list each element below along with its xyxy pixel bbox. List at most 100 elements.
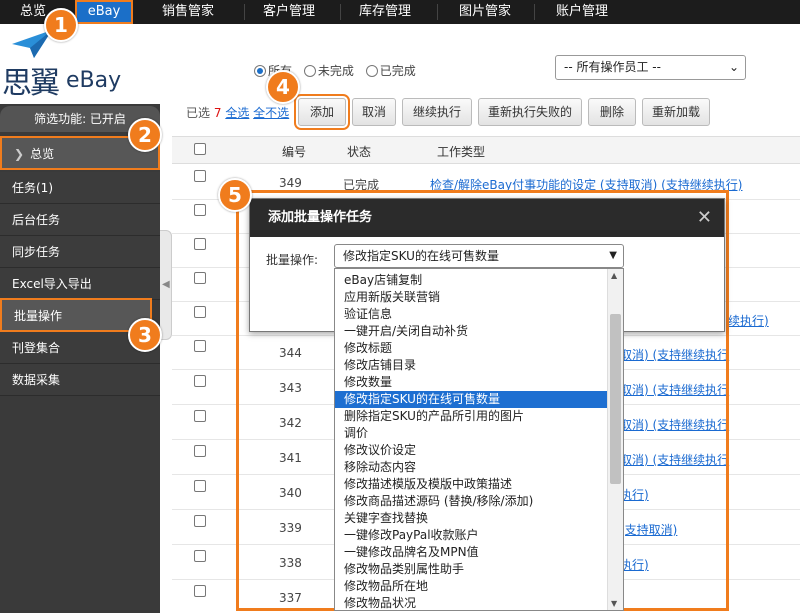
dropdown-option[interactable]: 修改描述模版及模版中政策描述 <box>335 476 607 493</box>
scrollbar-thumb[interactable] <box>610 314 621 484</box>
reload-button[interactable]: 重新加载 <box>642 98 710 126</box>
dropdown-option[interactable]: 移除动态内容 <box>335 459 607 476</box>
dropdown-option[interactable]: 验证信息 <box>335 306 607 323</box>
nav-divider <box>437 4 438 20</box>
step-badge-3: 3 <box>128 318 162 352</box>
step-badge-1: 1 <box>44 8 78 42</box>
scroll-down-icon[interactable]: ▼ <box>611 599 617 608</box>
nav-sales[interactable]: 销售管家 <box>148 0 228 24</box>
batch-operation-select[interactable]: 修改指定SKU的在线可售数量 ▼ <box>334 244 624 268</box>
sidebar-item-label: 总览 <box>30 147 55 161</box>
dropdown-option[interactable]: 删除指定SKU的产品所引用的图片 <box>335 408 607 425</box>
chevron-down-icon: ▼ <box>609 250 617 261</box>
dropdown-option[interactable]: 修改指定SKU的在线可售数量 <box>335 391 607 408</box>
row-checkbox[interactable] <box>194 340 206 355</box>
row-checkbox[interactable] <box>194 272 206 287</box>
dropdown-option[interactable]: 修改议价设定 <box>335 442 607 459</box>
dropdown-scrollbar[interactable]: ▲ ▼ <box>607 269 623 610</box>
row-checkbox[interactable] <box>194 480 206 495</box>
nav-inventory[interactable]: 库存管理 <box>348 0 422 24</box>
dropdown-option[interactable]: 应用新版关联营销 <box>335 289 607 306</box>
batch-operation-dropdown[interactable]: eBay店铺复制 应用新版关联营销 验证信息 一键开启/关闭自动补货 修改标题 修改店铺目… <box>334 268 624 611</box>
dropdown-option[interactable]: 关键字查找替换 <box>335 510 607 527</box>
operator-select[interactable]: -- 所有操作员工 -- ⌄ <box>555 55 746 80</box>
row-checkbox[interactable] <box>194 306 206 321</box>
nav-divider <box>244 4 245 20</box>
dropdown-option[interactable]: 修改商品描述源码 (替换/移除/添加) <box>335 493 607 510</box>
scroll-up-icon[interactable]: ▲ <box>611 271 617 280</box>
sidebar-item-data-collection[interactable]: 数据采集 <box>0 364 160 396</box>
radio-complete[interactable]: 已完成 <box>365 62 416 79</box>
radio-button[interactable] <box>254 65 266 77</box>
nav-account[interactable]: 账户管理 <box>542 0 622 24</box>
dropdown-option[interactable]: 修改标题 <box>335 340 607 357</box>
dropdown-option[interactable]: 一键开启/关闭自动补货 <box>335 323 607 340</box>
add-button[interactable]: 添加 <box>294 94 350 130</box>
dropdown-option[interactable]: 修改物品所在地 <box>335 578 607 595</box>
row-checkbox[interactable] <box>194 550 206 565</box>
toolbar: 已选 7 全选 全不选 添加 取消 继续执行 重新执行失败的 删除 重新加载 <box>172 94 800 130</box>
selected-label: 已选 <box>186 106 211 120</box>
dropdown-option[interactable]: 修改数量 <box>335 374 607 391</box>
row-checkbox[interactable] <box>194 515 206 530</box>
row-checkbox[interactable] <box>194 204 206 219</box>
sidebar-item-label: 同步任务 <box>12 245 61 259</box>
continue-button[interactable]: 继续执行 <box>402 98 472 126</box>
row-checkbox[interactable] <box>194 170 206 185</box>
nav-divider <box>534 4 535 20</box>
select-none-link[interactable]: 全不选 <box>253 106 289 120</box>
table-header: 编号 状态 工作类型 <box>172 136 800 164</box>
close-icon[interactable]: ✕ <box>697 199 712 237</box>
nav-divider <box>340 4 341 20</box>
delete-button[interactable]: 删除 <box>588 98 636 126</box>
batch-operation-value: 修改指定SKU的在线可售数量 <box>343 249 499 263</box>
nav-ebay[interactable]: eBay <box>75 0 133 24</box>
dropdown-option[interactable]: 修改物品状况 <box>335 595 607 610</box>
radio-label: 已完成 <box>379 64 416 78</box>
chevron-right-icon: ❯ <box>14 147 25 161</box>
sidebar-item-tasks[interactable]: 任务(1) <box>0 172 160 204</box>
row-type-link[interactable]: 续执行) <box>728 312 769 329</box>
dropdown-option[interactable]: 一键修改品牌名及MPN值 <box>335 544 607 561</box>
sidebar-item-background-tasks[interactable]: 后台任务 <box>0 204 160 236</box>
radio-button[interactable] <box>303 65 316 77</box>
header-status: 状态 <box>347 145 372 159</box>
row-checkbox[interactable] <box>194 375 206 390</box>
chevron-left-icon: ◀ <box>162 279 170 290</box>
dropdown-option[interactable]: 调价 <box>335 425 607 442</box>
sidebar-item-excel[interactable]: Excel导入导出 <box>0 268 160 300</box>
logo-text-en: eBay <box>66 68 122 93</box>
retry-failed-button[interactable]: 重新执行失败的 <box>478 98 582 126</box>
sidebar-item-label: 刊登集合 <box>12 341 61 355</box>
operator-select-value: -- 所有操作员工 -- <box>564 60 661 74</box>
nav-customers[interactable]: 客户管理 <box>252 0 326 24</box>
sidebar-item-label: 后台任务 <box>12 213 61 227</box>
batch-operation-label: 批量操作: <box>266 253 319 267</box>
dropdown-option[interactable]: 修改物品类别属性助手 <box>335 561 607 578</box>
row-checkbox[interactable] <box>194 445 206 460</box>
cancel-button[interactable]: 取消 <box>352 98 396 126</box>
sidebar-item-label: 任务(1) <box>12 181 53 195</box>
sidebar-item-label: Excel导入导出 <box>12 277 92 291</box>
radio-label: 未完成 <box>317 64 354 78</box>
selection-info: 已选 7 全选 全不选 <box>186 104 289 121</box>
logo-text-cn: 思翼 <box>2 66 60 101</box>
row-checkbox[interactable] <box>194 238 206 253</box>
dialog-title: 添加批量操作任务 <box>250 199 724 237</box>
logo[interactable]: 思翼 eBay <box>0 24 160 104</box>
header-type: 工作类型 <box>437 145 486 159</box>
dropdown-option[interactable]: eBay店铺复制 <box>335 272 607 289</box>
sidebar-item-sync-tasks[interactable]: 同步任务 <box>0 236 160 268</box>
sidebar-item-label: 数据采集 <box>12 373 61 387</box>
radio-incomplete[interactable]: 未完成 <box>303 62 354 79</box>
select-all-link[interactable]: 全选 <box>225 106 249 120</box>
row-checkbox[interactable] <box>194 410 206 425</box>
selected-count: 7 <box>213 106 222 120</box>
sidebar-collapse-handle[interactable]: ◀ <box>160 230 172 340</box>
radio-button[interactable] <box>365 65 378 77</box>
select-all-checkbox[interactable] <box>194 143 206 158</box>
dropdown-option[interactable]: 一键修改PayPal收款账户 <box>335 527 607 544</box>
row-checkbox[interactable] <box>194 585 206 600</box>
nav-images[interactable]: 图片管家 <box>445 0 525 24</box>
dropdown-option[interactable]: 修改店铺目录 <box>335 357 607 374</box>
